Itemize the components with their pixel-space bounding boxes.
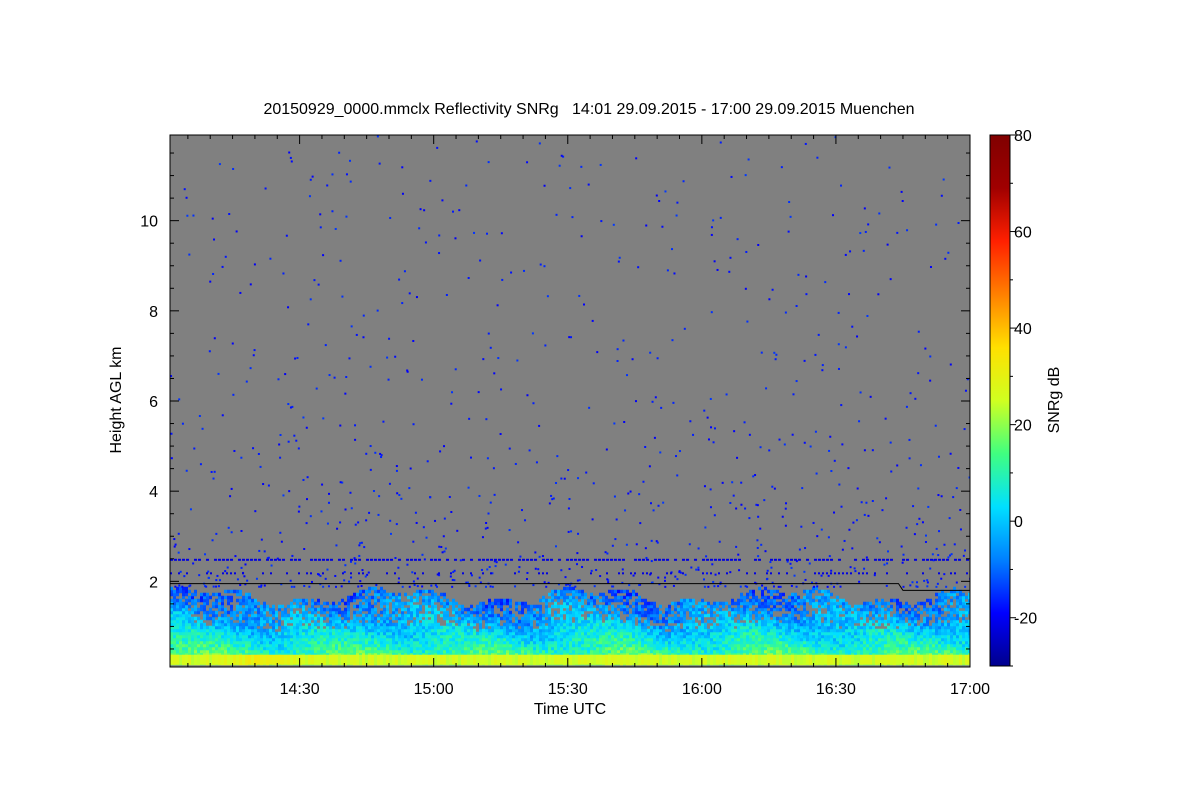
colorbar-ticks: -20 0 20 40 60 80: [1010, 128, 1037, 667]
y-tick-label: 4: [149, 484, 158, 501]
y-tick-label: 8: [149, 304, 158, 321]
x-tick-label: 14:30: [280, 681, 320, 698]
colorbar-tick-label: 0: [1014, 514, 1023, 531]
radar-figure: 20150929_0000.mmclx Reflectivity SNRg 14…: [108, 101, 1063, 718]
x-tick-label: 15:00: [414, 681, 454, 698]
colorbar-tick-label: 80: [1014, 128, 1032, 145]
x-axis-label: Time UTC: [534, 701, 606, 718]
y-tick-label: 6: [149, 394, 158, 411]
chart-title: 20150929_0000.mmclx Reflectivity SNRg 14…: [263, 101, 914, 118]
colorbar: [989, 134, 1011, 667]
colorbar-tick-label: 40: [1014, 321, 1032, 338]
x-tick-label: 17:00: [950, 681, 990, 698]
x-tick-label: 16:00: [682, 681, 722, 698]
y-tick-label: 2: [149, 574, 158, 591]
colorbar-tick-label: -20: [1014, 611, 1037, 628]
colorbar-tick-label: 20: [1014, 418, 1032, 435]
colorbar-label: SNRg dB: [1046, 367, 1063, 434]
y-axis-label: Height AGL km: [108, 346, 125, 453]
colorbar-tick-label: 60: [1014, 225, 1032, 242]
y-tick-label: 10: [140, 214, 158, 231]
x-tick-label: 15:30: [548, 681, 588, 698]
x-tick-label: 16:30: [816, 681, 856, 698]
